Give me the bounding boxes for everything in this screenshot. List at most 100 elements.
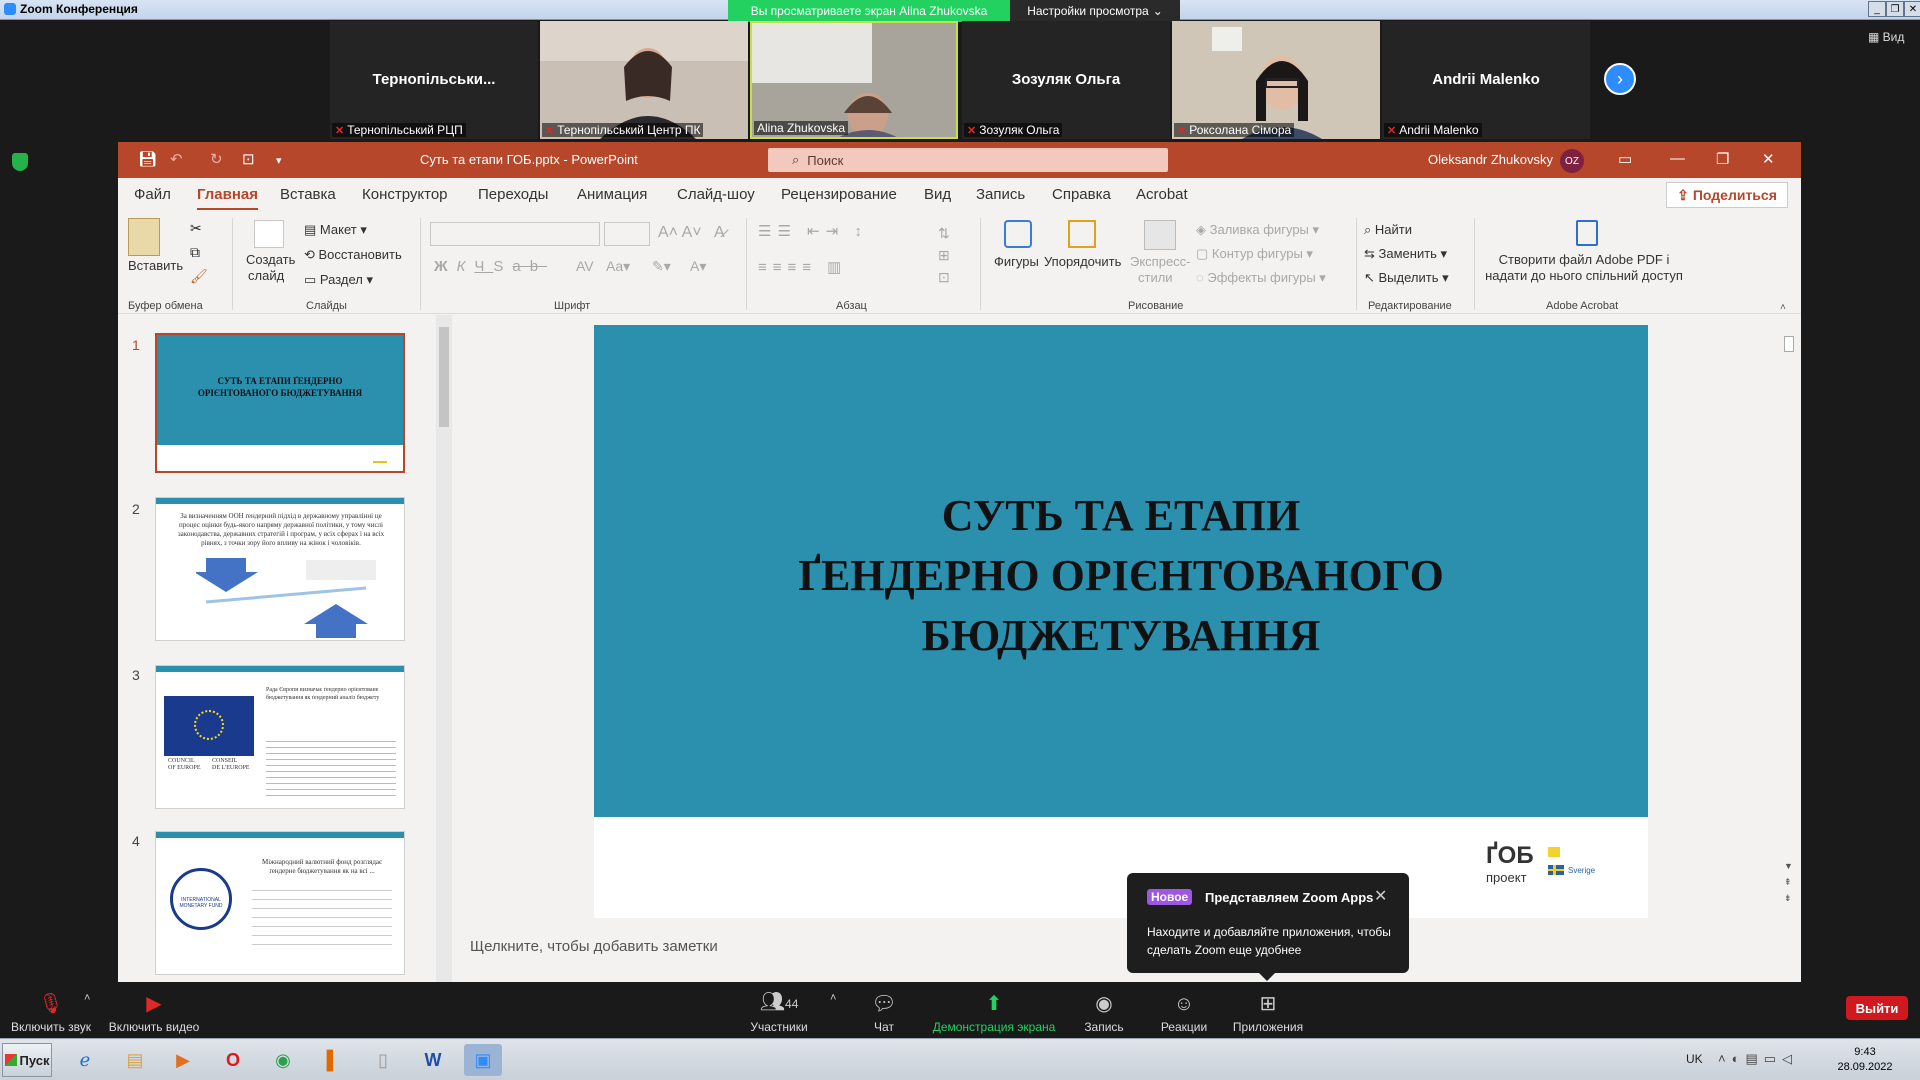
close-icon[interactable]: ✕ [1762,150,1775,168]
share-screen-button[interactable]: ⬆︎ Демонстрация экрана [930,982,1058,1038]
tab-review[interactable]: Рецензирование [781,186,897,203]
tab-record[interactable]: Запись [976,186,1025,203]
shapes-icon[interactable] [1004,220,1032,248]
cut-icon[interactable]: ✂ [190,220,202,237]
clear-format-icon[interactable]: A̷ [714,224,725,242]
shape-effects-button[interactable]: ◌ Эффекты фигуры ▾ [1196,270,1326,286]
quick-styles-icon[interactable] [1144,220,1176,250]
slide-thumbnail[interactable]: СУТЬ ТА ЕТАПИ ҐЕНДЕРНО ОРІЄНТОВАНОГО БЮД… [155,333,405,473]
find-button[interactable]: ⌕ Найти [1364,222,1412,238]
new-slide-button[interactable]: Создать [246,252,295,267]
grow-font-icon[interactable]: A˄ A˅ [658,224,702,242]
participant-tile[interactable]: ✕ Тернопільський Центр ПК [540,21,748,139]
reset-button[interactable]: ⟲ Восстановить [304,247,402,263]
thumbnails-scrollbar[interactable] [436,315,452,982]
participant-tile[interactable]: ✕ Роксолана Сімора [1172,21,1380,139]
opera-icon[interactable]: O [214,1044,252,1076]
highlight-icon[interactable]: ✎▾ [652,258,671,275]
section-button[interactable]: ▭ Раздел ▾ [304,272,373,288]
create-pdf-button[interactable]: Створити файл Adobe PDF і [1484,252,1684,267]
select-button[interactable]: ↖ Выделить ▾ [1364,270,1449,286]
shapes-button[interactable]: Фигуры [994,254,1039,269]
tray-icons[interactable]: ˄◐▤▭◁ [1718,1051,1798,1067]
security-shield-icon[interactable] [12,153,28,171]
leave-button[interactable]: Выйти [1846,996,1908,1020]
paste-button[interactable]: Вставить [128,258,183,273]
start-button[interactable]: Пуск [2,1043,52,1077]
format-painter-icon[interactable]: 🖌︎ [190,268,208,285]
participants-button[interactable]: 👥︎44 Участники [746,982,812,1038]
shape-fill-button[interactable]: ◈ Заливка фигуры ▾ [1196,222,1319,238]
tab-design[interactable]: Конструктор [362,186,448,203]
slide-scrollbar[interactable]: ▼ ⇞ ⇟ [1782,320,1796,924]
tab-insert[interactable]: Вставка [280,186,336,203]
font-name-select[interactable] [430,222,600,246]
align-icons[interactable]: ≡≡≡≡ ▥ [758,258,847,276]
replace-button[interactable]: ⇆ Заменить ▾ [1364,246,1447,262]
slide-thumbnail[interactable]: За визначенням ООН ґендерний підхід в де… [155,497,405,641]
reactions-button[interactable]: ☺ Реакции [1158,982,1210,1038]
restore-icon[interactable]: ❐ [1716,150,1729,168]
layout-button[interactable]: ▤ Макет ▾ [304,222,367,238]
participant-tile[interactable]: Andrii Malenko ✕ Andrii Malenko [1382,21,1590,139]
scroll-arrows-icon[interactable]: ▼ ⇞ ⇟ [1784,858,1793,906]
new-slide-icon[interactable] [254,220,284,248]
minimize-button[interactable]: _ [1868,1,1886,17]
undo-icon[interactable]: ↶ [170,150,183,168]
record-button[interactable]: ◉ Запись [1080,982,1128,1038]
slide-thumbnail[interactable]: COUNCIL OF EUROPE CONSEIL DE L'EUROPE Рада… [155,665,405,809]
tab-transitions[interactable]: Переходы [478,186,548,203]
acrobat-pdf-icon[interactable] [1576,220,1598,246]
arrange-button[interactable]: Упорядочить [1044,254,1121,269]
tab-animations[interactable]: Анимация [577,186,647,203]
change-case-icon[interactable]: Aa▾ [606,258,630,275]
redo-icon[interactable]: ↻ [210,150,223,168]
restore-button[interactable]: ❐ [1886,1,1904,17]
quick-styles-button[interactable]: Экспресс- [1130,254,1191,269]
view-settings-button[interactable]: Настройки просмотра ⌄ [1010,0,1180,22]
collapse-ribbon-icon[interactable]: ˄ [1780,302,1786,313]
paste-icon[interactable] [128,218,160,256]
spacing-icon[interactable]: AV [576,258,594,274]
tab-file[interactable]: Файл [134,186,171,203]
slide-title[interactable]: СУТЬ ТА ЕТАПИ ҐЕНДЕРНО ОРІЄНТОВАНОГО БЮД… [594,486,1648,666]
share-button[interactable]: ⇪ Поделиться [1666,182,1788,208]
participant-tile[interactable]: Зозуляк Ольга ✕ Зозуляк Ольга [962,21,1170,139]
chrome-icon[interactable]: ◉ [264,1044,302,1076]
close-window-button[interactable]: ✕ [1904,1,1920,17]
gallery-next-button[interactable]: › [1604,63,1636,95]
minimize-icon[interactable]: — [1670,150,1685,167]
shape-outline-button[interactable]: ▢ Контур фигуры ▾ [1196,246,1313,262]
save-icon[interactable]: 💾︎ [138,150,157,168]
list-icons[interactable]: ☰☰ ⇤⇥ ↕ [758,222,868,240]
start-video-button[interactable]: ▶︎ Включить видео [108,982,200,1038]
word-icon[interactable]: W [414,1044,452,1076]
copy-icon[interactable]: ⧉ [190,244,200,261]
tab-home[interactable]: Главная [197,186,259,211]
participant-tile-active[interactable]: Alina Zhukovska [750,21,958,139]
audio-options-chevron-icon[interactable]: ˄ [84,992,90,1004]
participant-tile[interactable]: Тернопільськи... ✕ Тернопільський РЦП [330,21,538,139]
font-size-select[interactable] [604,222,650,246]
tab-help[interactable]: Справка [1052,186,1111,203]
zoom-taskbar-icon[interactable]: ▣ [464,1044,502,1076]
unmute-button[interactable]: 🎙︎ Включить звук [8,982,94,1038]
customize-toolbar-icon[interactable]: ▾ [276,154,282,167]
participants-chevron-icon[interactable]: ˄ [830,992,836,1004]
search-input[interactable]: ⌕ Поиск [768,148,1168,172]
arrange-icon[interactable] [1068,220,1096,248]
font-color-icon[interactable]: A▾ [690,258,706,275]
clock[interactable]: 9:43 28.09.2022 [1820,1045,1910,1075]
apps-button[interactable]: ⊞ Приложения [1230,982,1306,1038]
media-player-icon[interactable]: ▶ [164,1044,202,1076]
language-indicator[interactable]: UK [1686,1052,1703,1066]
close-popup-icon[interactable]: ✕ [1374,886,1387,906]
chat-button[interactable]: 💬︎ Чат [864,982,904,1038]
slide-canvas[interactable]: СУТЬ ТА ЕТАПИ ҐЕНДЕРНО ОРІЄНТОВАНОГО БЮД… [594,325,1648,918]
font-style-icons[interactable]: ЖКЧSab [434,258,547,275]
ribbon-display-icon[interactable]: ▭ [1618,150,1632,168]
document-icon[interactable]: ▯ [364,1044,402,1076]
slide-thumbnail[interactable]: INTERNATIONAL MONETARY FUND Міжнародний … [155,831,405,975]
present-icon[interactable]: ⊡ [242,150,255,168]
tab-slideshow[interactable]: Слайд-шоу [677,186,755,203]
